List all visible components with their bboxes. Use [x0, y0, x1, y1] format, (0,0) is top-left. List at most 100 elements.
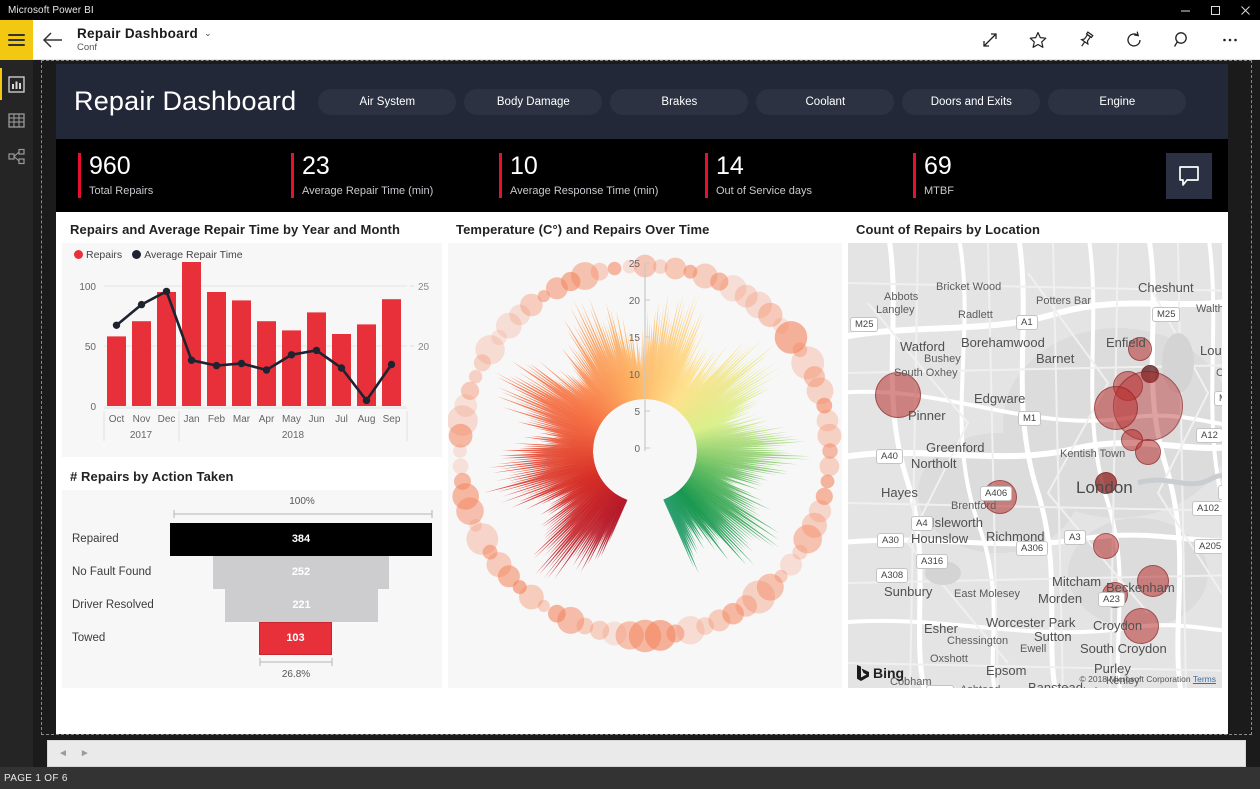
nav-button-engine[interactable]: Engine [1048, 89, 1186, 115]
nav-button-body-damage[interactable]: Body Damage [464, 89, 602, 115]
report-title-block[interactable]: Repair Dashboard ⌄ Conf [73, 26, 212, 53]
close-icon[interactable] [1230, 0, 1260, 20]
repairs-bubble [461, 382, 479, 400]
map-bubble[interactable] [1135, 439, 1161, 465]
map-label: Sutton [1034, 629, 1072, 644]
road-shield: M11 [1214, 391, 1222, 406]
kpi-card-out-of-service-days[interactable]: 14 Out of Service days [705, 153, 913, 198]
kpi-value: 10 [510, 153, 658, 179]
map-label: Langley [876, 304, 915, 316]
kpi-card-mtbf[interactable]: 69 MTBF [913, 153, 1113, 198]
category-nav-buttons: Air System Body Damage Brakes Coolant Do… [318, 89, 1186, 115]
funnel-row[interactable]: No Fault Found 252 [62, 556, 442, 589]
hamburger-icon[interactable] [0, 20, 33, 60]
road-shield: A40 [876, 449, 903, 464]
funnel-label: Driver Resolved [62, 599, 167, 611]
map-label: South Oxhey [894, 367, 958, 379]
map-label: Chig [1216, 367, 1222, 379]
kpi-card-average-response-time[interactable]: 10 Average Response Time (min) [499, 153, 705, 198]
svg-text:0: 0 [90, 402, 96, 413]
svg-text:Sep: Sep [383, 414, 401, 425]
search-icon[interactable] [1158, 20, 1206, 60]
chevron-down-icon[interactable]: ⌄ [204, 28, 212, 39]
map-label: East Molesey [954, 588, 1020, 600]
right-column: Count of Repairs by Location [848, 216, 1222, 688]
visual-count-of-repairs-by-location[interactable]: Count of Repairs by Location [848, 216, 1222, 688]
map-bubble[interactable] [1093, 533, 1119, 559]
nav-button-coolant[interactable]: Coolant [756, 89, 894, 115]
canvas-border: Repair Dashboard Air System Body Damage … [41, 60, 1252, 735]
map-label: Mitcham [1052, 574, 1101, 589]
visual-temperature-and-repairs-over-time[interactable]: Temperature (C°) and Repairs Over Time 2… [448, 216, 842, 688]
fullscreen-icon[interactable] [966, 20, 1014, 60]
report-view-icon [8, 76, 25, 93]
rail-item-data-view[interactable] [0, 102, 33, 138]
nav-button-air-system[interactable]: Air System [318, 89, 456, 115]
rail-item-model-view[interactable] [0, 138, 33, 174]
more-options-icon[interactable] [1206, 20, 1254, 60]
funnel-body: 100% Repaired [62, 490, 442, 688]
report-canvas-area: Repair Dashboard Air System Body Damage … [33, 60, 1260, 767]
pin-icon[interactable] [1062, 20, 1110, 60]
combo-chart-svg: 100 50 0 25 20 [62, 261, 442, 457]
back-arrow-icon[interactable] [33, 20, 73, 60]
map-label: Ewell [1020, 643, 1046, 655]
page-navigation-strip: ◄ ► [47, 740, 1246, 767]
chevron-left-icon[interactable]: ◄ [58, 748, 68, 759]
model-relationships-view-icon [8, 148, 25, 165]
report-heading: Repair Dashboard [74, 86, 296, 117]
funnel-bar: 384 [170, 523, 432, 556]
command-bar: Repair Dashboard ⌄ Conf [0, 20, 1260, 60]
combo-chart-body: Repairs Average Repair Time 100 [62, 243, 442, 457]
map-label: Pinner [908, 408, 946, 423]
svg-text:20: 20 [629, 296, 641, 307]
kpi-value: 23 [302, 153, 433, 179]
map-bubble[interactable] [1094, 386, 1138, 430]
map-label: Enfield [1106, 335, 1146, 350]
kpi-card-average-repair-time[interactable]: 23 Average Repair Time (min) [291, 153, 499, 198]
bing-logo[interactable]: Bing [856, 664, 904, 682]
maximize-icon[interactable] [1200, 0, 1230, 20]
nav-button-brakes[interactable]: Brakes [610, 89, 748, 115]
kpi-label: Average Repair Time (min) [302, 185, 433, 198]
repairs-bubble [820, 456, 840, 476]
rail-item-report-view[interactable] [0, 66, 33, 102]
funnel-value: 384 [292, 533, 310, 545]
repairs-bubble [548, 605, 566, 623]
refresh-icon[interactable] [1110, 20, 1158, 60]
funnel-row[interactable]: Repaired 384 [62, 523, 442, 556]
nav-button-doors-and-exits[interactable]: Doors and Exits [902, 89, 1040, 115]
funnel-label: Repaired [62, 533, 167, 545]
funnel-row[interactable]: Towed 103 [62, 622, 442, 655]
kpi-label: Out of Service days [716, 185, 812, 198]
kpi-card-total-repairs[interactable]: 960 Total Repairs [78, 153, 291, 198]
svg-text:25: 25 [629, 259, 641, 270]
funnel-bar: 103 [259, 622, 332, 655]
map-label: Watford [900, 339, 945, 354]
funnel-bar: 221 [225, 589, 378, 622]
map-label: Bricket Wood [936, 281, 1001, 293]
svg-text:10: 10 [629, 370, 641, 381]
map-body[interactable]: Bricket Wood Abbots Langley Potters Bar … [848, 243, 1222, 688]
svg-text:20: 20 [418, 342, 430, 353]
svg-text:2017: 2017 [130, 430, 153, 441]
chevron-right-icon[interactable]: ► [80, 748, 90, 759]
favorite-star-icon[interactable] [1014, 20, 1062, 60]
kpi-value: 960 [89, 153, 153, 179]
repairs-bubble [469, 370, 482, 383]
map-terms-link[interactable]: Terms [1193, 674, 1216, 684]
svg-text:Oct: Oct [109, 414, 125, 425]
comment-bubble-icon[interactable] [1166, 153, 1212, 199]
funnel-row[interactable]: Driver Resolved 221 [62, 589, 442, 622]
minimize-icon[interactable] [1170, 0, 1200, 20]
road-shield: A1 [1016, 315, 1038, 330]
map-label: Chessington [947, 635, 1008, 647]
map-label: Epsom [986, 663, 1026, 678]
svg-text:0: 0 [634, 444, 640, 455]
visual-repairs-by-year-month[interactable]: Repairs and Average Repair Time by Year … [62, 216, 442, 457]
road-shield: A205 [1194, 539, 1222, 554]
visual-repairs-by-action-taken[interactable]: # Repairs by Action Taken 100% [62, 463, 442, 688]
road-shield: A406 [980, 486, 1012, 501]
temperature-spike-series [484, 292, 811, 579]
bing-b-icon [856, 664, 870, 682]
